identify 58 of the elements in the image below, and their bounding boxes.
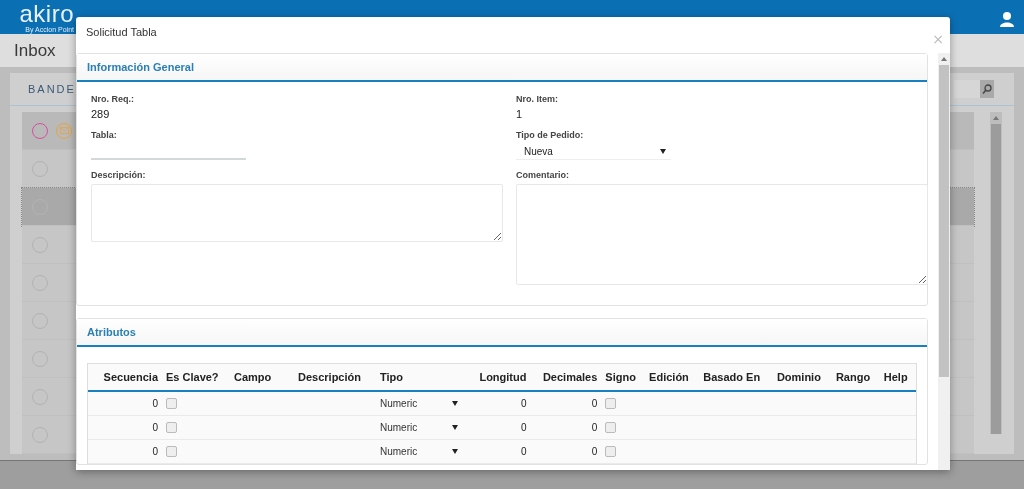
table-cell: 0 <box>520 446 527 457</box>
checkbox[interactable] <box>605 422 617 434</box>
dropdown[interactable]: Numeric <box>380 398 464 409</box>
table-cell: 0 <box>152 422 158 433</box>
column-header[interactable]: Longitud <box>468 364 531 391</box>
search-button[interactable] <box>980 80 994 99</box>
column-header[interactable]: Dominio <box>772 364 832 391</box>
field-label: Nro. Item: <box>516 94 559 104</box>
field-label: Descripción: <box>91 170 147 180</box>
logo-text[interactable]: akiro <box>19 2 74 26</box>
column-header[interactable]: Descripción <box>294 364 376 391</box>
checkbox[interactable] <box>166 446 177 458</box>
caret-icon <box>452 401 458 406</box>
field-label: Tabla: <box>91 130 118 140</box>
user-icon[interactable] <box>1000 11 1014 27</box>
section-title: Atributos <box>87 326 136 338</box>
checkbox[interactable] <box>166 422 177 434</box>
text-area[interactable] <box>91 184 503 242</box>
table-cell: 0 <box>152 398 158 409</box>
column-header[interactable]: Signo <box>601 364 646 391</box>
field-value: 289 <box>91 108 111 120</box>
column-header[interactable]: Campo <box>230 364 294 391</box>
caret-icon <box>452 425 458 430</box>
column-header[interactable]: Rango <box>831 364 880 391</box>
table-cell: 0 <box>591 398 598 409</box>
checkbox[interactable] <box>605 398 617 410</box>
field-label: Comentario: <box>516 170 570 180</box>
table-cell: 0 <box>591 446 598 457</box>
panel-title: BANDE <box>28 83 76 96</box>
caret-icon <box>660 149 666 154</box>
dialog-title: Solicitud Tabla <box>86 26 157 38</box>
page-title: Inbox <box>14 40 56 61</box>
column-header[interactable]: Es Clave? <box>162 364 230 391</box>
text-area[interactable] <box>516 184 928 285</box>
field-value: 1 <box>516 108 524 120</box>
table-cell: 0 <box>520 422 527 433</box>
dropdown[interactable]: Nueva <box>516 144 671 160</box>
checkbox[interactable] <box>166 398 177 410</box>
column-header[interactable]: Basado En <box>699 364 773 391</box>
checkbox[interactable] <box>605 446 617 458</box>
search-field[interactable] <box>954 80 994 99</box>
field-label: Tipo de Pedido: <box>516 130 585 140</box>
scrollbar[interactable] <box>990 112 1002 435</box>
caret-icon <box>452 449 458 454</box>
table-cell: 0 <box>591 422 598 433</box>
scrollbar[interactable] <box>938 53 950 470</box>
column-header[interactable]: Decimales <box>530 364 602 391</box>
column-header[interactable]: Edición <box>645 364 700 391</box>
table-cell: 0 <box>152 446 158 457</box>
search-icon <box>982 84 992 95</box>
section-title: Información General <box>87 61 194 73</box>
column-header[interactable]: Tipo <box>376 364 468 391</box>
field-label: Nro. Req.: <box>91 94 135 104</box>
dropdown[interactable]: Numeric <box>380 446 464 457</box>
column-header[interactable]: Secuencia <box>88 364 162 391</box>
column-header[interactable]: Help <box>879 364 916 391</box>
dropdown[interactable]: Numeric <box>380 422 464 433</box>
table-cell: 0 <box>520 398 527 409</box>
